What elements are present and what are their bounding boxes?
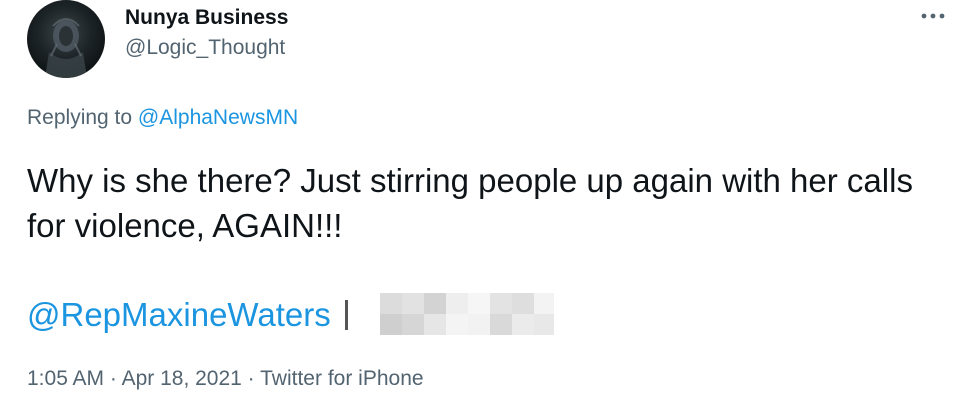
mention-line: @RepMaxineWaters (27, 292, 348, 337)
tweet-source[interactable]: Twitter for iPhone (260, 367, 423, 390)
tweet-time[interactable]: 1:05 AM (27, 367, 104, 390)
mention-link[interactable]: @RepMaxineWaters (27, 296, 331, 333)
avatar-image (45, 18, 87, 78)
redacted-text-start (344, 300, 348, 330)
replying-to-label: Replying to (27, 106, 138, 129)
replying-to-line: Replying to @AlphaNewsMN (27, 106, 298, 130)
author-avatar[interactable] (27, 0, 105, 78)
tweet-card: Nunya Business @Logic_Thought Replying t… (0, 0, 962, 403)
tweet-text: Why is she there? Just stirring people u… (27, 162, 913, 244)
author-handle[interactable]: @Logic_Thought (125, 36, 285, 60)
meta-separator: · (104, 367, 122, 390)
meta-separator-2: · (241, 367, 261, 390)
author-display-name[interactable]: Nunya Business (125, 6, 288, 30)
more-horizontal-icon[interactable] (918, 6, 948, 26)
tweet-timestamp: 1:05 AM · Apr 18, 2021 · Twitter for iPh… (27, 367, 424, 391)
replying-to-mention-link[interactable]: @AlphaNewsMN (138, 106, 298, 129)
tweet-date[interactable]: Apr 18, 2021 (122, 367, 242, 390)
pixelated-redaction (380, 293, 554, 335)
